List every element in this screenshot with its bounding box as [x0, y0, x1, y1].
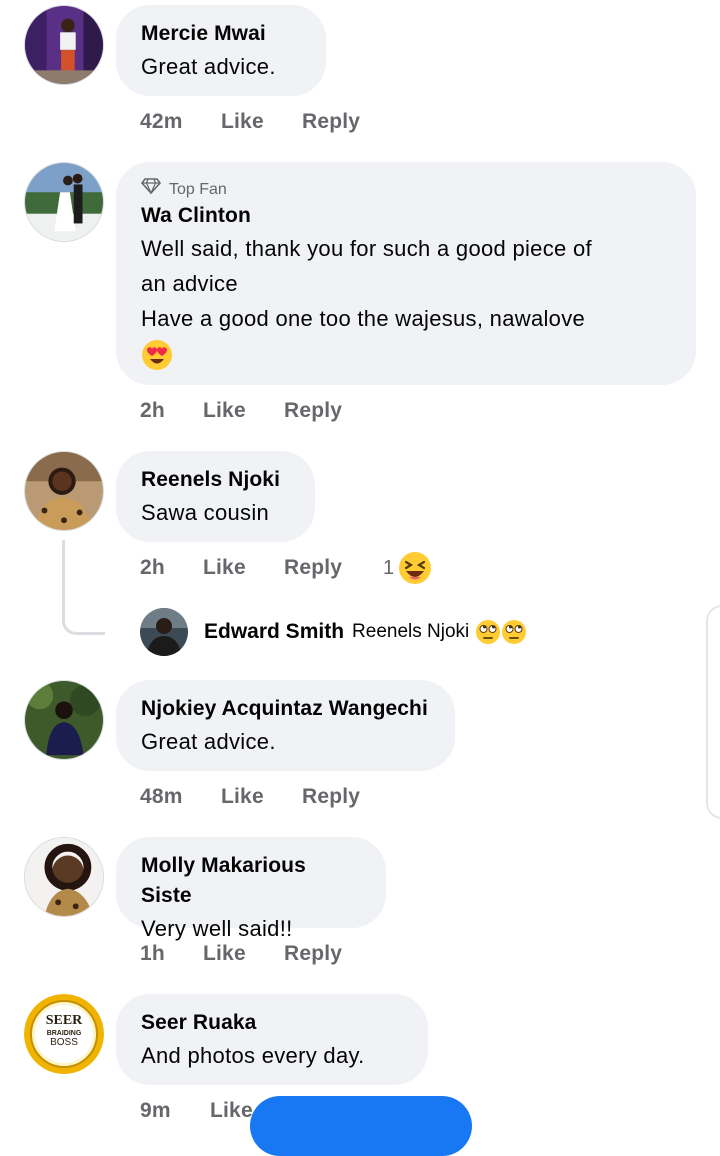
timestamp[interactable]: 1h — [140, 942, 203, 966]
reply-text: Reenels Njoki — [352, 621, 470, 642]
avatar[interactable] — [24, 162, 104, 242]
logo-line: BRAIDING — [46, 1030, 82, 1037]
avatar[interactable] — [24, 680, 104, 760]
comment-text: Great advice. — [141, 729, 276, 754]
logo-line: SEER — [45, 1013, 83, 1028]
avatar[interactable] — [24, 451, 104, 531]
reply-thread-line — [62, 540, 105, 635]
comment-text: And photos every day. — [141, 1043, 365, 1068]
commenter-name[interactable]: Seer Ruaka — [141, 1008, 403, 1038]
comment-bubble[interactable]: Njokiey Acquintaz Wangechi Great advice. — [116, 680, 455, 771]
comment-text: Very well said!! — [141, 916, 293, 941]
like-button[interactable]: Like — [221, 110, 302, 134]
reply-preview[interactable]: Edward Smith Reenels Njoki — [140, 608, 527, 656]
top-fan-badge: Top Fan — [140, 178, 671, 201]
timestamp[interactable]: 2h — [140, 399, 203, 423]
comment-bubble[interactable]: Seer Ruaka And photos every day. — [116, 994, 428, 1085]
reply-button[interactable]: Reply — [302, 110, 360, 134]
reaction-count[interactable]: 1 — [383, 557, 394, 580]
comment-actions: 48m Like Reply — [140, 785, 360, 809]
laughing-emoji[interactable] — [398, 551, 432, 585]
comment-bubble[interactable]: Top Fan Wa Clinton Well said, thank you … — [116, 162, 696, 385]
side-panel-edge[interactable] — [706, 605, 720, 819]
comment-actions: 1h Like Reply — [140, 942, 342, 966]
logo-line: BOSS — [50, 1037, 78, 1048]
reply-button[interactable]: Reply — [302, 785, 360, 809]
commenter-name[interactable]: Reenels Njoki — [141, 465, 290, 495]
comment-actions: 2h Like Reply — [140, 399, 342, 423]
comment-bubble[interactable]: Molly Makarious Siste Very well said!! — [116, 837, 386, 941]
avatar[interactable] — [24, 837, 104, 917]
timestamp[interactable]: 9m — [140, 1099, 210, 1123]
timestamp[interactable]: 2h — [140, 556, 203, 580]
comment-text: Great advice. — [141, 54, 276, 79]
comment-actions: 9m Like — [140, 1099, 253, 1123]
avatar[interactable] — [140, 608, 188, 656]
like-button[interactable]: Like — [203, 399, 284, 423]
avatar[interactable] — [24, 5, 104, 85]
reply-button[interactable]: Reply — [284, 399, 342, 423]
like-button[interactable]: Like — [203, 556, 284, 580]
like-button[interactable]: Like — [221, 785, 302, 809]
timestamp[interactable]: 42m — [140, 110, 221, 134]
floating-action-button[interactable] — [250, 1096, 472, 1156]
comment-bubble[interactable]: Reenels Njoki Sawa cousin — [116, 451, 315, 542]
comment-actions: 2h Like Reply 1 — [140, 551, 432, 585]
eye-roll-emoji — [475, 619, 501, 645]
like-button[interactable]: Like — [203, 942, 284, 966]
avatar[interactable]: SEER BRAIDING BOSS — [24, 994, 104, 1074]
commenter-name[interactable]: Wa Clinton — [141, 201, 671, 231]
diamond-icon — [140, 178, 162, 201]
commenter-name[interactable]: Molly Makarious Siste — [141, 851, 361, 911]
comment-text-line: an advice — [141, 271, 238, 296]
comment-text-line: Well said, thank you for such a good pie… — [141, 236, 592, 261]
commenter-name[interactable]: Njokiey Acquintaz Wangechi — [141, 694, 430, 724]
comment-bubble[interactable]: Mercie Mwai Great advice. — [116, 5, 326, 96]
timestamp[interactable]: 48m — [140, 785, 221, 809]
badge-label: Top Fan — [169, 180, 227, 198]
reply-author-name[interactable]: Edward Smith — [204, 620, 344, 644]
seer-logo-text: SEER BRAIDING BOSS — [24, 1014, 104, 1048]
heart-eyes-emoji — [141, 336, 671, 371]
reply-button[interactable]: Reply — [284, 942, 342, 966]
like-button[interactable]: Like — [210, 1099, 253, 1123]
commenter-name[interactable]: Mercie Mwai — [141, 19, 301, 49]
comment-actions: 42m Like Reply — [140, 110, 360, 134]
comment-text: Sawa cousin — [141, 500, 270, 525]
reply-button[interactable]: Reply — [284, 556, 383, 580]
comment-text-line: Have a good one too the wajesus, nawalov… — [141, 306, 586, 331]
eye-roll-emoji — [501, 619, 527, 645]
